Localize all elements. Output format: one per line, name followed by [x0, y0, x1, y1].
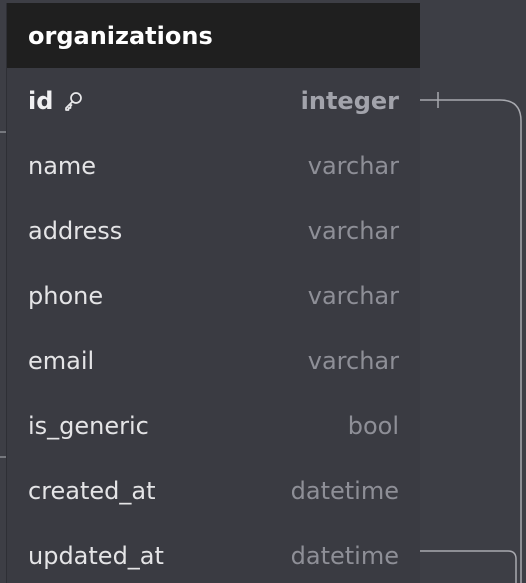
column-row-is-generic[interactable]: is_generic bool: [7, 393, 420, 458]
column-row-id[interactable]: id integer: [7, 68, 420, 133]
column-list: id integer name varchar address varchar: [7, 68, 420, 583]
column-row-address[interactable]: address varchar: [7, 198, 420, 263]
column-name: created_at: [28, 476, 156, 505]
relation-line-organizations-id: [419, 99, 522, 583]
column-type: bool: [347, 411, 399, 440]
key-icon: [61, 89, 85, 113]
column-row-updated-at[interactable]: updated_at datetime: [7, 523, 420, 583]
table-title[interactable]: organizations: [7, 3, 420, 68]
column-type: varchar: [307, 216, 399, 245]
column-name: updated_at: [28, 541, 164, 570]
column-name-cell: id: [28, 87, 85, 115]
diagram-canvas: organizations id integer name varchar ad…: [0, 0, 526, 583]
column-type: varchar: [307, 281, 399, 310]
column-type: datetime: [290, 476, 399, 505]
column-name: address: [28, 216, 123, 245]
column-row-phone[interactable]: phone varchar: [7, 263, 420, 328]
column-name: email: [28, 346, 95, 375]
column-row-name[interactable]: name varchar: [7, 133, 420, 198]
column-row-email[interactable]: email varchar: [7, 328, 420, 393]
table-organizations[interactable]: organizations id integer name varchar ad…: [6, 3, 420, 583]
column-type: integer: [300, 86, 399, 115]
column-name: is_generic: [28, 411, 149, 440]
column-name: phone: [28, 281, 104, 310]
relation-line-lower: [419, 550, 517, 583]
column-type: varchar: [307, 346, 399, 375]
column-name: name: [28, 151, 97, 180]
column-type: varchar: [307, 151, 399, 180]
column-row-created-at[interactable]: created_at datetime: [7, 458, 420, 523]
column-name: id: [28, 86, 54, 115]
column-type: datetime: [290, 541, 399, 570]
